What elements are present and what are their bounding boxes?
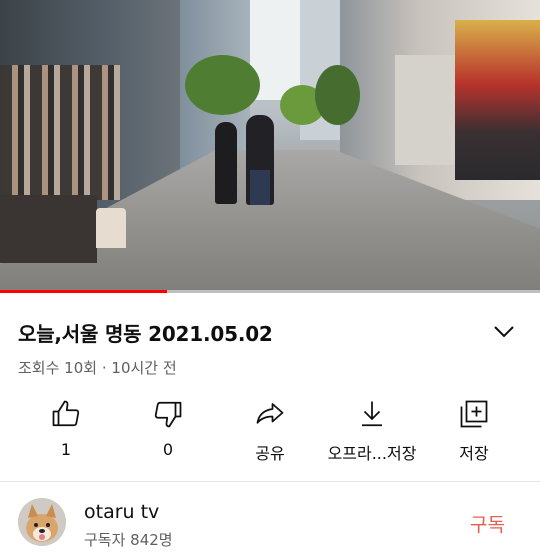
action-bar: 1 0 공유 오프라...저장 저장	[0, 398, 540, 468]
dog-avatar-icon	[18, 498, 66, 546]
save-to-playlist-button[interactable]: 저장	[424, 398, 524, 466]
download-icon	[362, 401, 382, 427]
progress-bar[interactable]	[0, 290, 540, 293]
subscriber-count: 구독자 842명	[84, 531, 173, 549]
divider	[0, 481, 540, 482]
share-button[interactable]: 공유	[220, 398, 320, 466]
channel-avatar[interactable]	[18, 498, 66, 546]
channel-name[interactable]: otaru tv	[84, 501, 159, 523]
dislike-count: 0	[162, 440, 174, 459]
save-label: 저장	[459, 444, 489, 463]
like-button[interactable]: 1	[16, 398, 116, 466]
progress-fill	[0, 290, 168, 293]
video-player[interactable]	[0, 0, 540, 293]
add-to-playlist-icon	[460, 400, 488, 428]
thumbs-down-icon	[154, 401, 182, 428]
dislike-button[interactable]: 0	[118, 398, 218, 466]
view-count: 조회수 10회	[18, 359, 98, 377]
download-label: 오프라...저장	[327, 444, 417, 463]
expand-description-button[interactable]	[490, 318, 518, 346]
video-title[interactable]: 오늘,서울 명동 2021.05.02	[18, 318, 478, 347]
upload-age: 10시간 전	[111, 359, 177, 377]
share-label: 공유	[255, 444, 285, 463]
subscribe-button[interactable]: 구독	[470, 510, 505, 537]
meta-separator: ·	[101, 359, 107, 377]
chevron-down-icon	[494, 326, 514, 338]
thumbs-up-icon	[52, 400, 80, 427]
share-arrow-icon	[256, 403, 284, 424]
video-meta: 조회수 10회 · 10시간 전	[18, 357, 177, 378]
like-count: 1	[60, 440, 72, 459]
download-button[interactable]: 오프라...저장	[322, 398, 422, 466]
